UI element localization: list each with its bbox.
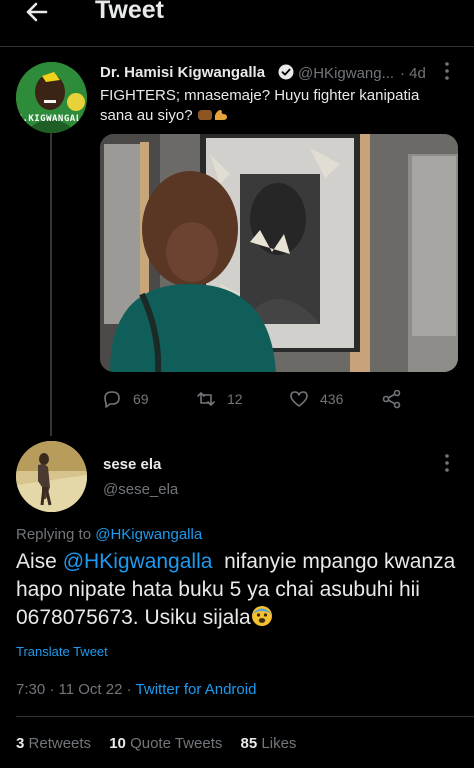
- retweet-icon: [197, 392, 215, 406]
- retweets-count: 3: [16, 735, 25, 752]
- likes-label: Likes: [261, 735, 297, 752]
- likes-stat[interactable]: 85 Likes: [241, 735, 297, 752]
- tweet-age[interactable]: · 4d: [400, 65, 426, 82]
- share-action[interactable]: [381, 388, 403, 410]
- tweet-source-link[interactable]: Twitter for Android: [136, 681, 257, 698]
- top-bar: Tweet: [0, 0, 474, 46]
- tweet-stats: 3 Retweets 10 Quote Tweets 85 Likes: [16, 735, 296, 752]
- tweet-timestamp[interactable]: 7:30 · 11 Oct 22 ·: [16, 681, 132, 698]
- more-icon[interactable]: [440, 60, 454, 82]
- replying-to: Replying to @HKigwangalla: [16, 526, 202, 543]
- quote-tweets-stat[interactable]: 10 Quote Tweets: [109, 735, 222, 752]
- thread-connector: [50, 126, 52, 436]
- author-avatar[interactable]: H.KIGWANGALI: [16, 62, 87, 133]
- verified-badge-icon: [278, 64, 294, 80]
- back-arrow-icon[interactable]: [22, 0, 54, 26]
- reply-author-avatar[interactable]: [16, 441, 87, 512]
- page-title: Tweet: [95, 0, 164, 24]
- like-icon: [290, 391, 308, 407]
- retweets-stat[interactable]: 3 Retweets: [16, 735, 91, 752]
- tweet-meta: 7:30 · 11 Oct 22 · Twitter for Android: [16, 681, 256, 698]
- header-divider: [0, 46, 474, 47]
- replying-to-handle[interactable]: @HKigwangalla: [95, 526, 202, 543]
- fist-muscle-emoji-icon: [197, 108, 229, 122]
- reply-icon: [104, 391, 120, 408]
- tweet-media-image[interactable]: [100, 134, 458, 372]
- tweet-text: FIGHTERS; mnasemaje? Huyu fighter kanipa…: [100, 86, 440, 126]
- retweets-label: Retweets: [28, 735, 92, 752]
- reply-mention-link[interactable]: @HKigwangalla: [63, 550, 213, 573]
- like-count: 436: [320, 391, 344, 407]
- retweet-action[interactable]: 12: [195, 388, 243, 410]
- quote-tweets-label: Quote Tweets: [130, 735, 223, 752]
- likes-count: 85: [240, 735, 258, 752]
- reply-author-handle[interactable]: @sese_ela: [103, 481, 178, 498]
- like-action[interactable]: 436: [288, 388, 343, 410]
- quote-tweets-count: 10: [109, 735, 126, 752]
- reply-text: Aise @HKigwangalla nifanyie mpango kwanz…: [16, 548, 456, 632]
- reply-action[interactable]: 69: [101, 388, 149, 410]
- author-name[interactable]: Dr. Hamisi Kigwangalla: [100, 64, 265, 81]
- avatar-caption: H.KIGWANGALI: [16, 114, 87, 124]
- avatar-photo: [16, 441, 87, 512]
- tweet-text-body: FIGHTERS; mnasemaje? Huyu fighter kanipa…: [100, 87, 420, 124]
- reply-author-name[interactable]: sese ela: [103, 456, 161, 473]
- author-handle[interactable]: @HKigwang...: [298, 65, 394, 82]
- reply-count: 69: [133, 391, 149, 407]
- reply-more-icon[interactable]: [440, 452, 454, 474]
- replying-to-label: Replying to: [16, 526, 92, 543]
- retweet-count: 12: [227, 391, 243, 407]
- fearful-face-emoji-icon: [251, 605, 273, 627]
- share-icon: [382, 389, 401, 409]
- translate-tweet-link[interactable]: Translate Tweet: [16, 644, 108, 659]
- meta-divider: [16, 716, 474, 717]
- reply-text-start: Aise: [16, 550, 57, 573]
